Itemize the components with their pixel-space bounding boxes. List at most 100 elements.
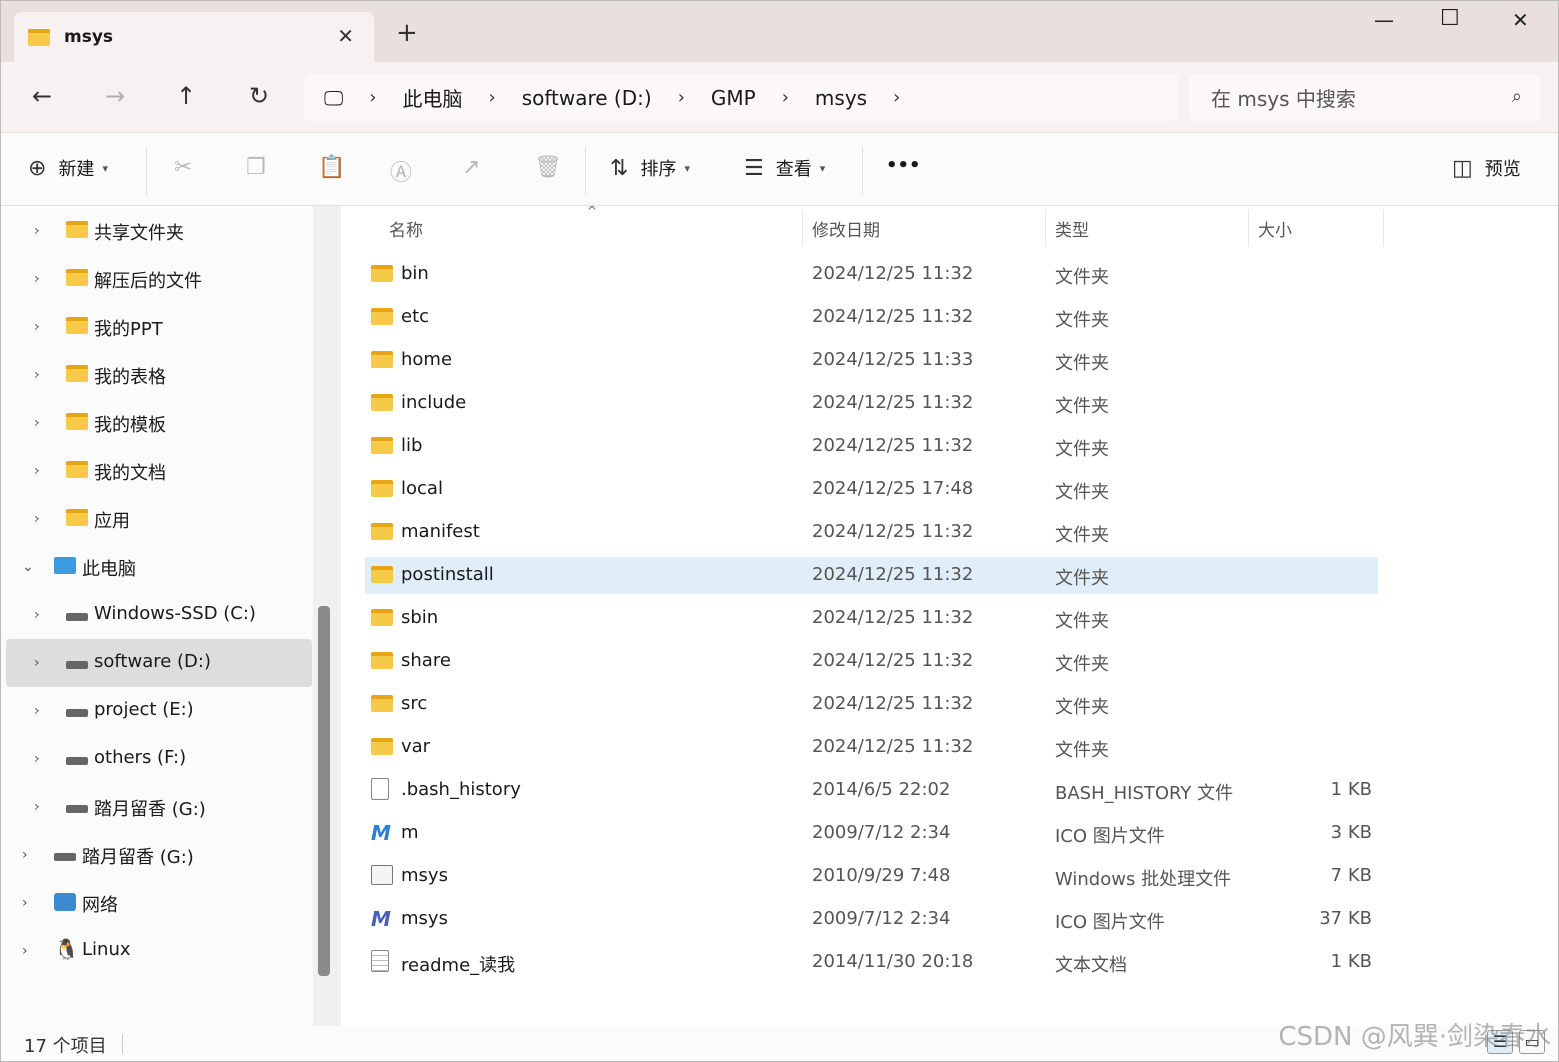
delete-button[interactable]: 🗑 [534,155,574,180]
sidebar-item-software-d[interactable]: › software (D:) [6,639,312,687]
sidebar-item-label: 网络 [82,895,118,916]
file-row[interactable]: manifest 2024/12/25 11:32 文件夹 [365,514,1378,551]
breadcrumb-msys[interactable]: msys [815,86,867,110]
view-button[interactable]: ☰ 查看 ▾ [744,155,825,181]
copy-button[interactable]: ❐ [246,155,278,180]
address-bar[interactable]: 🖵 › 此电脑 › software (D:) › GMP › msys › [304,74,1178,121]
chevron-right-icon[interactable]: › [34,319,40,335]
file-name: local [401,478,443,499]
file-row[interactable]: bin 2024/12/25 11:32 文件夹 [365,256,1378,293]
chevron-right-icon[interactable]: › [488,87,495,108]
file-row[interactable]: readme_读我 2014/11/30 20:18 文本文档 1 KB [365,944,1378,981]
file-row[interactable]: include 2024/12/25 11:32 文件夹 [365,385,1378,422]
chevron-right-icon[interactable]: › [782,87,789,108]
chevron-down-icon: ▾ [819,161,826,175]
toolbar-divider [146,147,147,195]
tab-title: msys [64,27,114,47]
file-row[interactable]: src 2024/12/25 11:32 文件夹 [365,686,1378,723]
preview-label: 预览 [1484,159,1521,180]
sidebar-item-label: Windows-SSD (C:) [94,603,256,624]
file-row[interactable]: var 2024/12/25 11:32 文件夹 [365,729,1378,766]
sidebar-item-network[interactable]: › 网络 [6,879,312,927]
scrollbar-thumb[interactable] [318,606,330,976]
file-row[interactable]: home 2024/12/25 11:33 文件夹 [365,342,1378,379]
column-header-size[interactable]: 大小 [1248,206,1382,250]
close-tab-icon[interactable]: ✕ [337,24,354,48]
file-row-selected[interactable]: postinstall 2024/12/25 11:32 文件夹 [365,557,1378,594]
chevron-right-icon[interactable]: › [34,415,40,431]
file-row[interactable]: sbin 2024/12/25 11:32 文件夹 [365,600,1378,637]
more-options-button[interactable]: ••• [886,155,921,176]
sidebar-item-others-f[interactable]: › others (F:) [6,735,312,783]
search-input[interactable]: 在 msys 中搜索 ⌕ [1189,74,1540,121]
breadcrumb-software-d[interactable]: software (D:) [522,86,652,110]
sidebar-item-extracted[interactable]: › 解压后的文件 [6,255,312,303]
chevron-right-icon[interactable]: › [22,847,28,863]
sort-button[interactable]: ⇅ 排序 ▾ [610,155,690,181]
chevron-right-icon[interactable]: › [34,655,40,671]
preview-pane-button[interactable]: ◫ 预览 [1452,155,1521,181]
cut-button[interactable]: ✂ [174,155,204,180]
chevron-down-icon[interactable]: ⌄ [22,559,34,575]
minimize-button[interactable]: — [1374,8,1394,32]
file-row[interactable]: .bash_history 2014/6/5 22:02 BASH_HISTOR… [365,772,1378,809]
close-window-button[interactable]: ✕ [1512,8,1529,32]
chevron-right-icon[interactable]: › [34,223,40,239]
chevron-right-icon[interactable]: › [369,87,376,108]
rename-button[interactable]: Ⓐ [390,155,424,187]
new-button[interactable]: ⊕ 新建 ▾ [28,155,108,181]
column-header-name[interactable]: 名称 [379,206,799,250]
chevron-right-icon[interactable]: › [34,799,40,815]
chevron-right-icon[interactable]: › [22,943,28,959]
up-button[interactable]: ↑ [166,82,206,110]
search-icon[interactable]: ⌕ [1512,86,1522,107]
new-tab-button[interactable]: + [396,20,418,46]
refresh-button[interactable]: ↻ [239,82,279,110]
file-row[interactable]: lib 2024/12/25 11:32 文件夹 [365,428,1378,465]
back-button[interactable]: ← [22,82,62,110]
sidebar-item-linux[interactable]: › 🐧 Linux [6,927,312,975]
column-header-type[interactable]: 类型 [1045,206,1247,250]
chevron-right-icon[interactable]: › [34,367,40,383]
paste-button[interactable]: 📋 [318,155,357,180]
sidebar-item-drive-g-root[interactable]: › 踏月留香 (G:) [6,831,312,879]
monitor-icon[interactable]: 🖵 [324,86,343,110]
file-row[interactable]: M m 2009/7/12 2:34 ICO 图片文件 3 KB [365,815,1378,852]
sidebar-item-project-e[interactable]: › project (E:) [6,687,312,735]
column-header-date[interactable]: 修改日期 [802,206,1044,250]
chevron-right-icon[interactable]: › [34,751,40,767]
share-button[interactable]: ↗ [462,155,492,180]
sidebar-item-my-sheets[interactable]: › 我的表格 [6,351,312,399]
folder-icon [371,265,393,287]
sidebar-item-shared-folder[interactable]: › 共享文件夹 [6,207,312,255]
chevron-right-icon[interactable]: › [34,703,40,719]
sidebar-item-my-templates[interactable]: › 我的模板 [6,399,312,447]
file-row[interactable]: etc 2024/12/25 11:32 文件夹 [365,299,1378,336]
column-divider[interactable] [1383,210,1384,246]
drive-icon [54,845,76,866]
sidebar-item-windows-ssd[interactable]: › Windows-SSD (C:) [6,591,312,639]
chevron-right-icon[interactable]: › [34,511,40,527]
breadcrumb-gmp[interactable]: GMP [711,86,756,110]
file-name: var [401,736,431,757]
chevron-right-icon[interactable]: › [22,895,28,911]
chevron-right-icon[interactable]: › [34,463,40,479]
tab-msys[interactable]: msys ✕ [14,12,374,62]
breadcrumb-this-pc[interactable]: 此电脑 [402,83,462,112]
sidebar-item-this-pc[interactable]: ⌄ 此电脑 [6,543,312,591]
sidebar-item-my-ppt[interactable]: › 我的PPT [6,303,312,351]
file-row[interactable]: msys 2010/9/29 7:48 Windows 批处理文件 7 KB [365,858,1378,895]
file-type: 文件夹 [1055,353,1109,374]
sidebar-item-my-documents[interactable]: › 我的文档 [6,447,312,495]
file-row[interactable]: M msys 2009/7/12 2:34 ICO 图片文件 37 KB [365,901,1378,938]
chevron-right-icon[interactable]: › [34,271,40,287]
file-row[interactable]: share 2024/12/25 11:32 文件夹 [365,643,1378,680]
chevron-right-icon[interactable]: › [678,87,685,108]
file-row[interactable]: local 2024/12/25 17:48 文件夹 [365,471,1378,508]
chevron-right-icon[interactable]: › [34,607,40,623]
maximize-button[interactable]: ☐ [1440,6,1460,31]
chevron-right-icon[interactable]: › [893,87,900,108]
sidebar-item-apps[interactable]: › 应用 [6,495,312,543]
sidebar-item-drive-g[interactable]: › 踏月留香 (G:) [6,783,312,831]
forward-button[interactable]: → [95,82,135,110]
